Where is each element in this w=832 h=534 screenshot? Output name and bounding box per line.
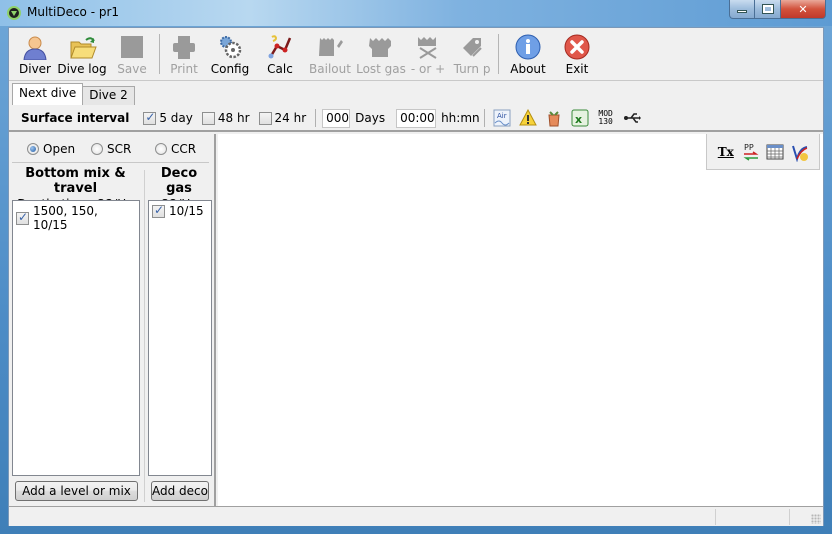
status-bar [9,506,823,526]
save-button[interactable]: Save [109,28,155,80]
tab-next-dive[interactable]: Next dive [12,83,84,105]
time-label: hh:mn [441,111,480,125]
turn-pressure-button[interactable]: Turn p [450,28,494,80]
radio-scr[interactable]: SCR [91,142,131,156]
tab-dive-2[interactable]: Dive 2 [83,86,135,105]
person-icon [22,34,48,61]
mod-icon[interactable]: MOD 130 [597,109,615,127]
gears-icon [217,34,243,60]
deco-gas-title: Deco gas [160,166,198,196]
radio-ccr[interactable]: CCR [155,142,196,156]
minimize-button[interactable] [729,0,755,19]
status-divider [789,509,790,525]
about-button[interactable]: About [503,28,553,80]
deco-checkbox[interactable] [152,203,165,218]
canister-icon[interactable] [545,109,563,127]
chart-toolbar: Tx PP [706,134,820,170]
toolbar-separator [159,34,160,74]
dive-log-button[interactable]: Dive log [55,28,109,80]
bailout-icon [317,34,343,60]
list-item[interactable]: 1500, 150, 10/15 [13,201,139,235]
option-24-hr[interactable]: 24 hr [258,111,306,125]
level-checkbox[interactable] [16,210,29,225]
table-icon[interactable] [765,142,785,162]
checkbox-5-day[interactable] [143,110,157,125]
app-icon [7,6,21,20]
title-bar: MultiDeco - pr1 ✕ [0,0,832,26]
toolbar-separator [498,34,499,74]
usb-icon[interactable] [623,109,641,127]
days-label: Days [355,111,386,125]
maximize-icon [761,4,774,14]
excel-icon[interactable]: x [571,109,589,127]
calc-button[interactable]: Calc [256,28,304,80]
close-button[interactable]: ✕ [781,0,826,19]
diver-button[interactable]: Diver [15,28,55,80]
resize-grip-icon[interactable] [811,514,821,524]
svg-text:PP: PP [744,143,754,152]
close-icon: ✕ [798,2,808,16]
checkbox-24-hr[interactable] [258,111,272,125]
bottom-mix-list[interactable]: 1500, 150, 10/15 [12,200,140,476]
exit-icon [564,34,590,60]
add-level-button[interactable]: Add a level or mix [15,481,138,501]
folder-open-icon [69,34,97,60]
printer-icon [171,34,197,60]
surface-interval-bar: Surface interval 5 day 48 hr 24 hr 000 D… [9,106,823,132]
bailout-button[interactable]: Bailout [304,28,356,80]
config-button[interactable]: Config [204,28,256,80]
circuit-selector: Open SCR CCR [9,141,209,159]
plus-minus-button[interactable]: - or + [406,28,450,80]
minimize-icon [737,10,747,13]
svg-text:x: x [575,113,582,126]
separator [315,109,317,127]
option-48-hr[interactable]: 48 hr [201,111,250,125]
deco-gas-list[interactable]: 10/15 [148,200,212,476]
svg-text:Air: Air [497,112,507,120]
turn-pressure-icon [459,34,485,60]
divider [12,162,209,163]
text-format-icon[interactable]: Tx [716,142,736,162]
warning-icon[interactable] [518,109,537,127]
separator [483,109,485,127]
window-title: MultiDeco - pr1 [27,5,120,19]
add-deco-button[interactable]: Add deco [151,481,209,501]
save-icon [119,34,145,60]
lost-gas-button[interactable]: Lost gas [356,28,406,80]
time-input[interactable]: 00:00 [396,108,437,128]
print-button[interactable]: Print [164,28,204,80]
dive-tabs: Next dive Dive 2 [12,83,135,105]
window-controls: ✕ [729,0,826,19]
info-icon [515,34,541,60]
calc-graph-icon [267,34,293,60]
lost-gas-icon [368,34,394,60]
column-divider [144,170,145,502]
toolbar: Diver Dive log Save Print Config Calc Ba… [9,28,823,81]
maximize-button[interactable] [755,0,781,19]
gas-panel: Open SCR CCR Bottom mix & travel Depth, … [9,134,216,506]
dive-profile-canvas[interactable]: Tx PP [218,134,823,506]
air-icon[interactable]: Air [493,109,511,127]
days-input[interactable]: 000 [322,108,351,128]
status-divider [715,509,716,525]
surface-interval-label: Surface interval [21,111,130,125]
checkbox-48-hr[interactable] [201,111,215,125]
exit-button[interactable]: Exit [553,28,601,80]
main-window: Diver Dive log Save Print Config Calc Ba… [8,27,824,526]
plus-minus-icon [415,34,441,60]
graph-icon[interactable] [790,142,810,162]
radio-open[interactable]: Open [27,142,75,156]
bottom-mix-title: Bottom mix & travel [25,166,126,196]
pp-swap-icon[interactable]: PP [741,142,761,162]
option-5-day[interactable]: 5 day [143,110,193,125]
list-item[interactable]: 10/15 [149,201,211,221]
